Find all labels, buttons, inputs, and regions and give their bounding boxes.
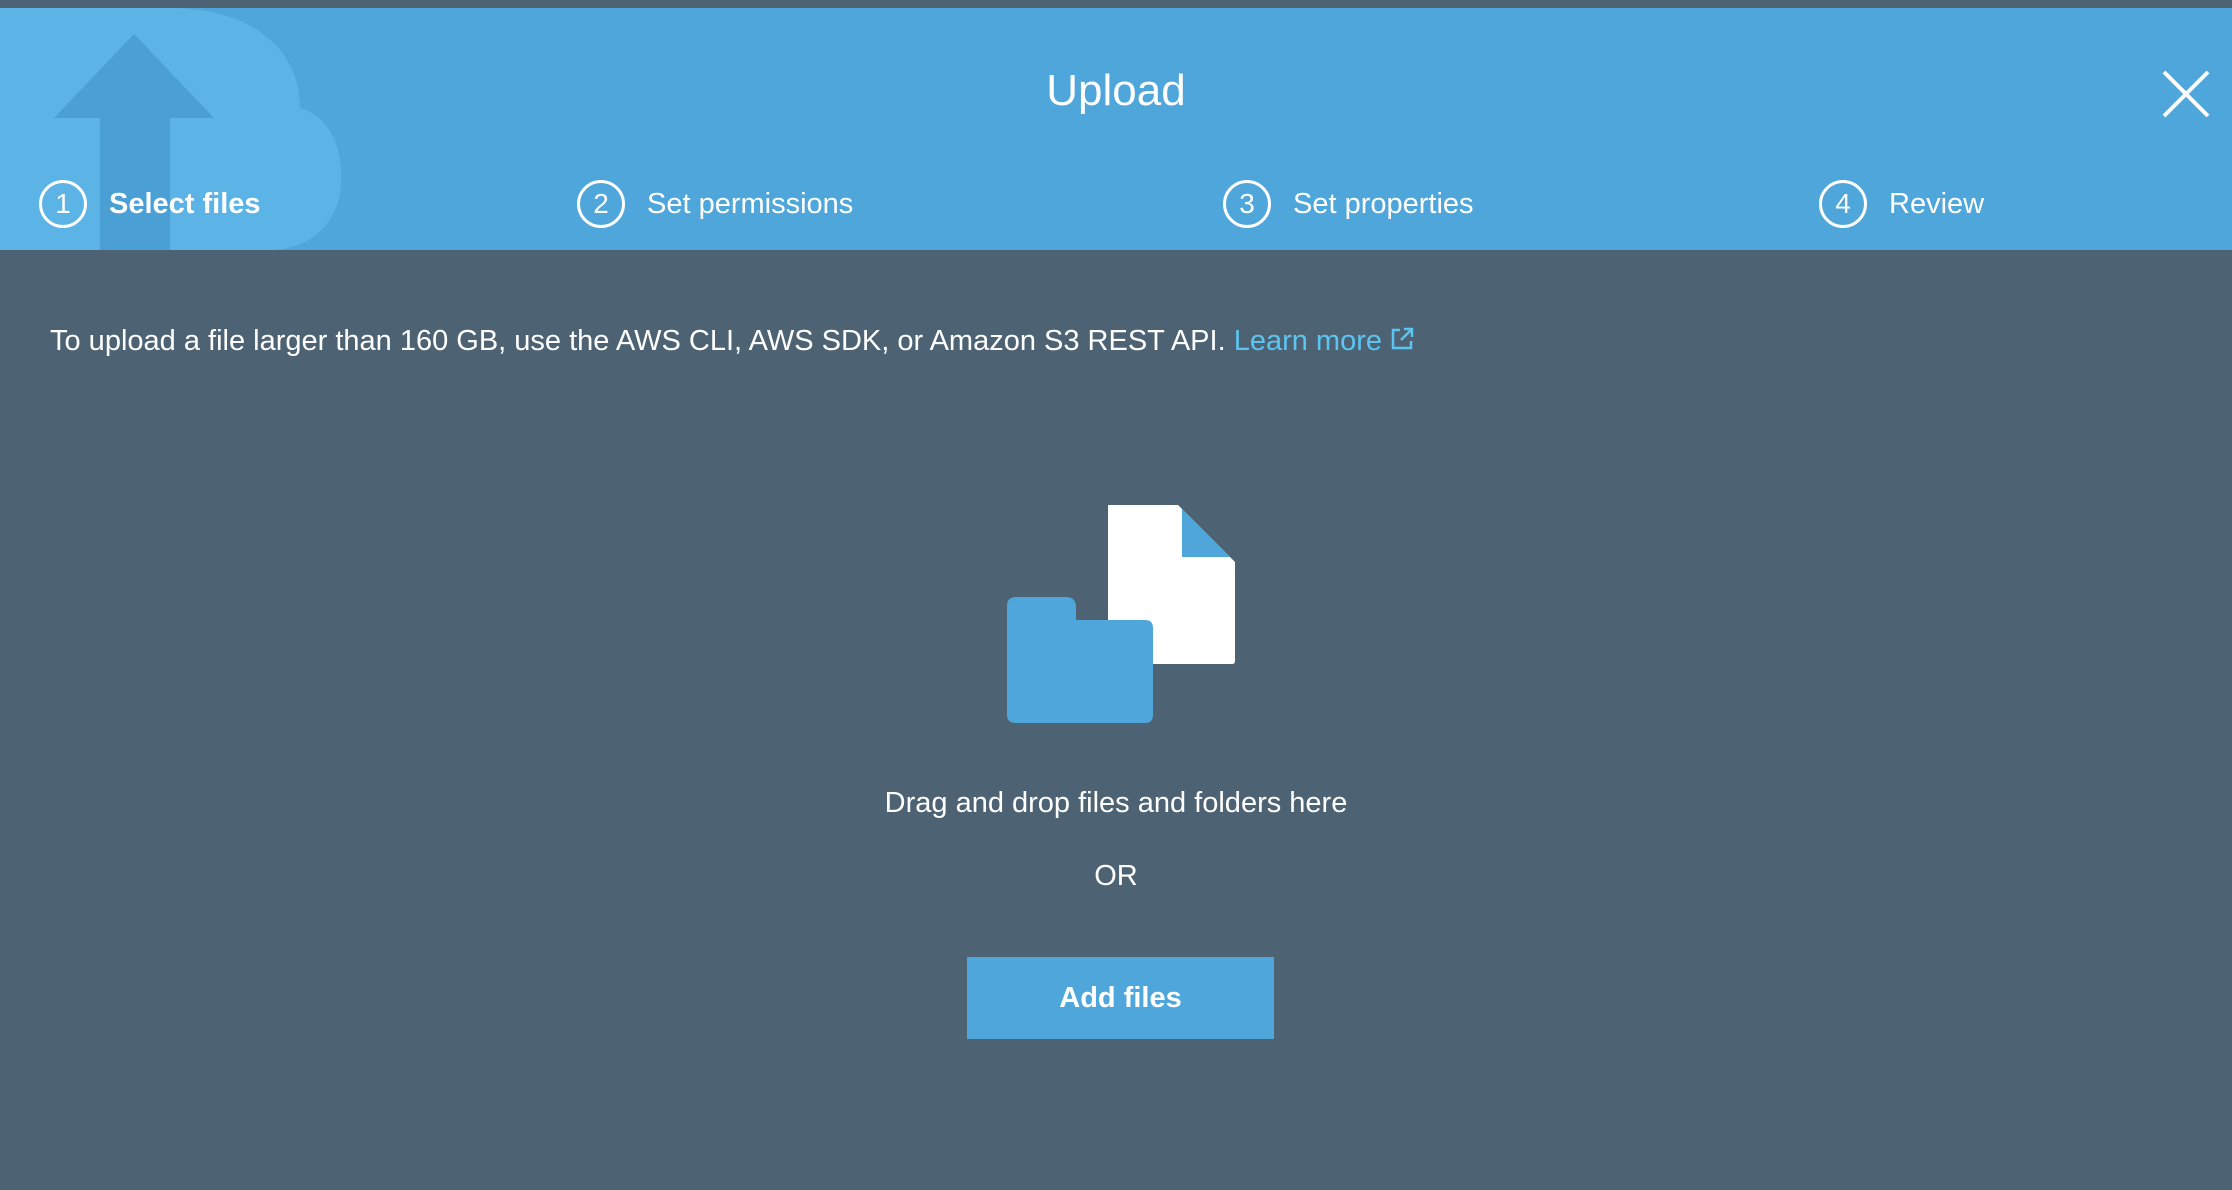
step-set-properties[interactable]: 3 Set properties: [1223, 172, 1474, 236]
step-number: 2: [577, 180, 625, 228]
learn-more-label: Learn more: [1233, 325, 1383, 357]
dialog-title: Upload: [1046, 66, 1186, 115]
step-select-files[interactable]: 1 Select files: [39, 172, 261, 236]
add-files-button[interactable]: Add files: [967, 957, 1274, 1039]
step-set-permissions[interactable]: 2 Set permissions: [577, 172, 853, 236]
upload-size-info: To upload a file larger than 160 GB, use…: [50, 322, 1416, 360]
step-review[interactable]: 4 Review: [1819, 172, 1984, 236]
step-number: 3: [1223, 180, 1271, 228]
drop-instructions: Drag and drop files and folders here: [884, 787, 1348, 819]
or-separator: OR: [1094, 860, 1138, 892]
upload-dialog: Upload 1 Select files 2 Set permissions …: [0, 0, 2232, 1190]
info-text: To upload a file larger than 160 GB, use…: [50, 325, 1226, 357]
external-link-icon: [1391, 327, 1414, 350]
step-label: Review: [1889, 187, 1985, 220]
dialog-header: Upload 1 Select files 2 Set permissions …: [0, 8, 2232, 250]
step-label: Select files: [109, 187, 261, 220]
step-number: 1: [39, 180, 87, 228]
step-label: Set properties: [1293, 187, 1474, 220]
files-and-folder-icon: [1007, 505, 1235, 723]
close-button[interactable]: [2156, 64, 2216, 124]
step-label: Set permissions: [647, 187, 854, 220]
close-icon: [2162, 70, 2210, 118]
learn-more-link[interactable]: Learn more: [1234, 325, 1416, 357]
step-indicator: 1 Select files 2 Set permissions 3 Set p…: [0, 172, 2232, 236]
step-number: 4: [1819, 180, 1867, 228]
